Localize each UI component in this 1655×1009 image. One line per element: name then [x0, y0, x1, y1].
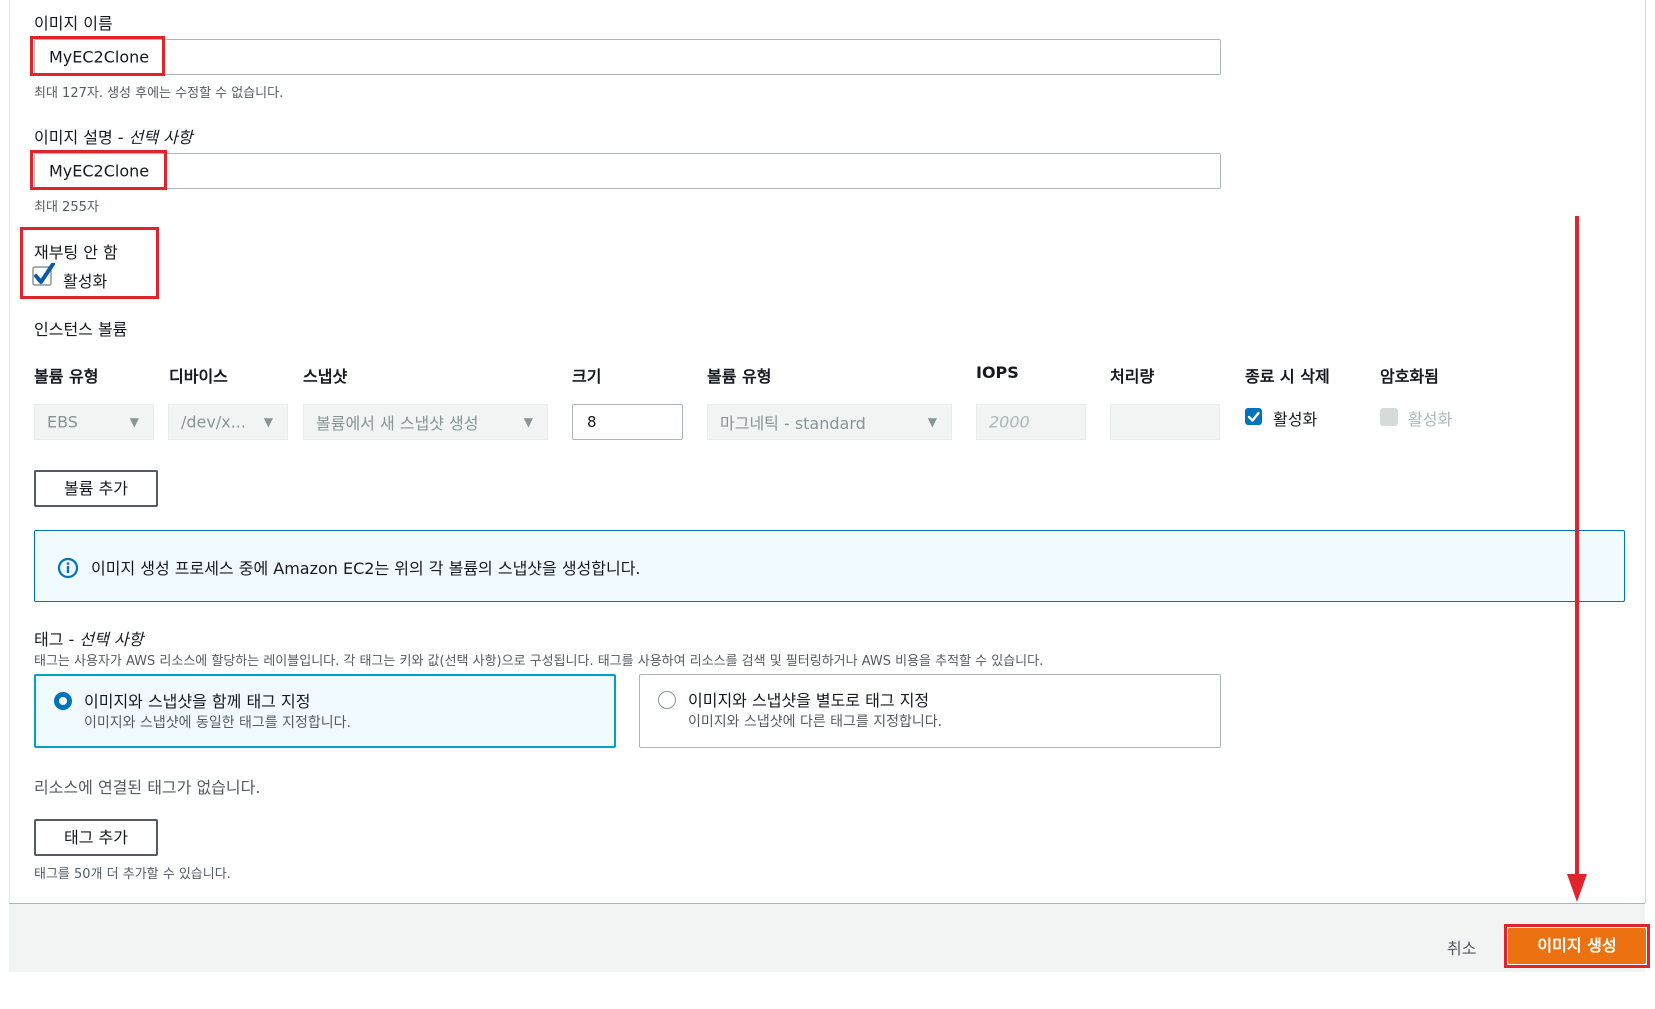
device-select[interactable]: /dev/x... ▼ — [168, 404, 288, 440]
ebs-type-select[interactable]: 마그네틱 - standard ▼ — [707, 404, 952, 440]
image-description-input[interactable]: MyEC2Clone — [34, 153, 1221, 189]
instance-volumes-title: 인스턴스 볼륨 — [34, 320, 128, 339]
create-image-button[interactable]: 이미지 생성 — [1508, 928, 1646, 964]
caret-down-icon: ▼ — [927, 415, 937, 429]
image-name-label: 이미지 이름 — [34, 14, 113, 33]
col-iops: IOPS — [976, 363, 1019, 382]
no-reboot-label: 재부팅 안 함 — [34, 243, 118, 262]
volume-type-select[interactable]: EBS ▼ — [34, 404, 154, 440]
snapshot-select[interactable]: 볼륨에서 새 스냅샷 생성 ▼ — [303, 404, 548, 440]
col-device: 디바이스 — [169, 367, 228, 386]
add-tag-button[interactable]: 태그 추가 — [34, 819, 158, 856]
tag-option-separate[interactable]: 이미지와 스냅샷을 별도로 태그 지정 이미지와 스냅샷에 다른 태그를 지정합… — [639, 674, 1221, 748]
checkmark-icon — [32, 262, 55, 286]
image-description-hint: 최대 255자 — [34, 200, 99, 215]
col-size: 크기 — [572, 367, 602, 386]
form-card — [9, 0, 1646, 903]
caret-down-icon: ▼ — [523, 415, 533, 429]
tags-description: 태그는 사용자가 AWS 리소스에 할당하는 레이블입니다. 각 태그는 키와 … — [34, 654, 1044, 669]
tags-remaining-hint: 태그를 50개 더 추가할 수 있습니다. — [34, 867, 231, 882]
info-alert: 이미지 생성 프로세스 중에 Amazon EC2는 위의 각 볼륨의 스냅샷을… — [34, 530, 1625, 602]
image-name-input[interactable]: MyEC2Clone — [34, 39, 1221, 75]
radio-selected-icon — [54, 692, 72, 710]
annotation-box — [30, 36, 165, 76]
no-reboot-checkbox-label: 활성화 — [63, 272, 108, 291]
throughput-input[interactable] — [1110, 404, 1220, 440]
delete-on-termination-checkbox[interactable] — [1244, 407, 1264, 427]
annotation-arrow-icon — [1567, 216, 1587, 902]
form-footer — [9, 903, 1645, 972]
add-volume-button[interactable]: 볼륨 추가 — [34, 470, 158, 507]
col-volume-type: 볼륨 유형 — [34, 367, 99, 386]
tag-option-together[interactable]: 이미지와 스냅샷을 함께 태그 지정 이미지와 스냅샷에 동일한 태그를 지정합… — [34, 674, 616, 748]
iops-input[interactable]: 2000 — [976, 404, 1086, 440]
annotation-box — [30, 150, 167, 190]
col-encrypted: 암호화됨 — [1380, 367, 1439, 386]
image-description-label: 이미지 설명 - 선택 사항 — [34, 128, 193, 147]
encrypted-label: 활성화 — [1408, 410, 1453, 429]
cancel-button[interactable]: 취소 — [1447, 935, 1476, 959]
no-reboot-checkbox[interactable] — [31, 262, 55, 287]
caret-down-icon: ▼ — [263, 415, 273, 429]
delete-on-termination-label: 활성화 — [1273, 410, 1318, 429]
checkbox-checked-icon — [1245, 408, 1262, 425]
caret-down-icon: ▼ — [129, 415, 139, 429]
encrypted-checkbox[interactable] — [1380, 408, 1398, 426]
col-ebs-type: 볼륨 유형 — [707, 367, 772, 386]
tags-label: 태그 - 선택 사항 — [34, 630, 144, 649]
size-input[interactable]: 8 — [572, 404, 683, 440]
radio-empty-icon — [658, 691, 676, 709]
info-text: 이미지 생성 프로세스 중에 Amazon EC2는 위의 각 볼륨의 스냅샷을… — [91, 559, 641, 578]
info-icon — [57, 557, 79, 579]
col-delete-on-termination: 종료 시 삭제 — [1245, 367, 1330, 386]
col-throughput: 처리량 — [1110, 367, 1155, 386]
no-tags-text: 리소스에 연결된 태그가 없습니다. — [34, 778, 261, 797]
image-name-hint: 최대 127자. 생성 후에는 수정할 수 없습니다. — [34, 86, 284, 101]
col-snapshot: 스냅샷 — [303, 367, 348, 386]
